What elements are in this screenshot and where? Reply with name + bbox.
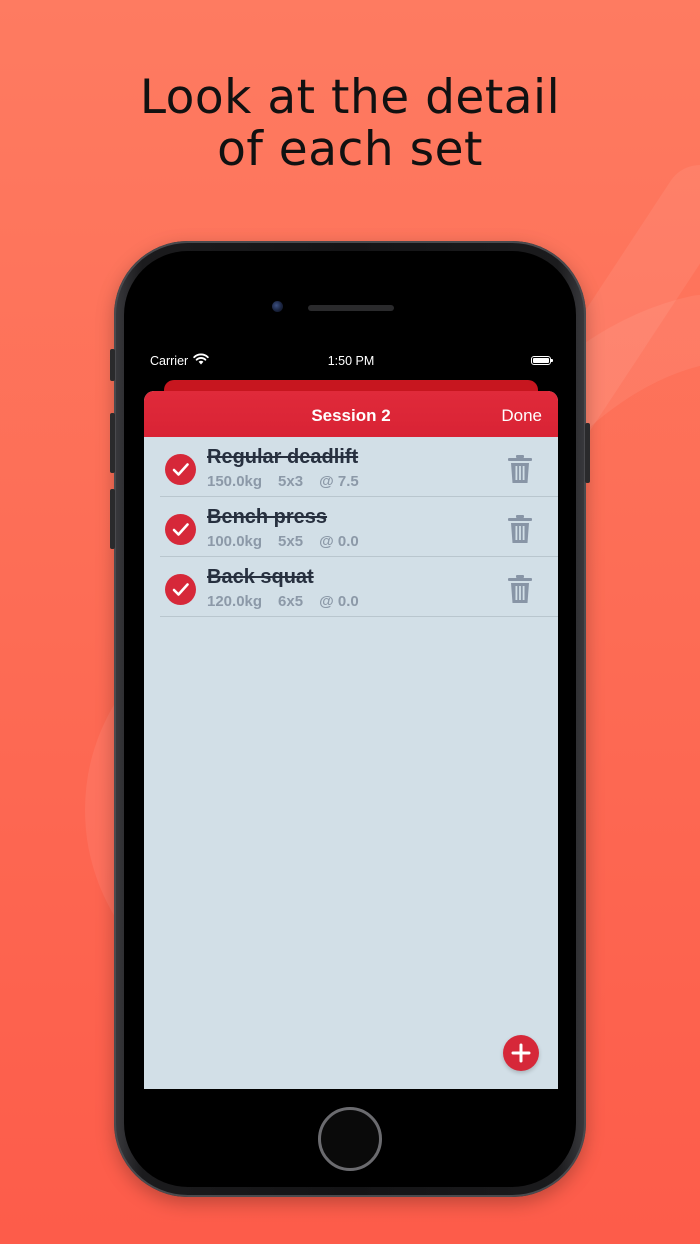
exercise-details: 120.0kg 6x5 @ 0.0 (207, 593, 375, 610)
exercise-name: Regular deadlift (207, 446, 359, 468)
status-time: 1:50 PM (327, 354, 375, 368)
exercise-weight: 150.0kg (207, 473, 263, 490)
checkmark-icon (172, 463, 189, 476)
exercise-weight: 100.0kg (207, 533, 263, 550)
completed-check-button[interactable] (165, 454, 196, 485)
exercise-rpe: @ 0.0 (319, 533, 359, 550)
phone-screen: Carrier 1:50 PM Session 2 Done Regular d… (144, 349, 558, 1089)
headline-line-1: Look at the detail (139, 70, 561, 125)
exercise-sets-reps: 6x5 (278, 593, 304, 610)
exercise-list: Regular deadlift 150.0kg 5x3 @ 7.5 Bench… (144, 437, 558, 617)
session-sheet: Session 2 Done Regular deadlift 150.0kg 5… (144, 391, 558, 1089)
exercise-rpe: @ 7.5 (319, 473, 359, 490)
done-button[interactable]: Done (501, 406, 542, 426)
trash-icon[interactable] (506, 454, 534, 484)
headline: Look at the detail of each set (0, 72, 700, 176)
exercise-row[interactable]: Back squat 120.0kg 6x5 @ 0.0 (144, 557, 558, 617)
exercise-rpe: @ 0.0 (319, 593, 359, 610)
battery-icon (531, 356, 553, 365)
mute-switch (110, 349, 115, 381)
earpiece-speaker (308, 305, 394, 311)
phone-frame: Carrier 1:50 PM Session 2 Done Regular d… (110, 241, 590, 1197)
exercise-details: 100.0kg 5x5 @ 0.0 (207, 533, 375, 550)
navigation-bar: Session 2 Done (144, 391, 558, 437)
home-button[interactable] (318, 1107, 382, 1171)
volume-up-button (110, 413, 115, 473)
completed-check-button[interactable] (165, 574, 196, 605)
exercise-row[interactable]: Bench press 100.0kg 5x5 @ 0.0 (144, 497, 558, 557)
exercise-details: 150.0kg 5x3 @ 7.5 (207, 473, 375, 490)
power-button (585, 423, 590, 483)
front-camera (272, 301, 283, 312)
exercise-weight: 120.0kg (207, 593, 263, 610)
exercise-sets-reps: 5x3 (278, 473, 304, 490)
checkmark-icon (172, 523, 189, 536)
trash-icon[interactable] (506, 514, 534, 544)
volume-down-button (110, 489, 115, 549)
headline-line-2: of each set (217, 122, 483, 177)
exercise-name: Back squat (207, 566, 314, 588)
plus-icon (511, 1043, 531, 1063)
status-bar: Carrier 1:50 PM (144, 349, 558, 373)
add-exercise-button[interactable] (503, 1035, 539, 1071)
session-title: Session 2 (311, 406, 391, 425)
exercise-sets-reps: 5x5 (278, 533, 304, 550)
exercise-name: Bench press (207, 506, 328, 528)
exercise-row[interactable]: Regular deadlift 150.0kg 5x3 @ 7.5 (144, 437, 558, 497)
trash-icon[interactable] (506, 574, 534, 604)
checkmark-icon (172, 583, 189, 596)
completed-check-button[interactable] (165, 514, 196, 545)
